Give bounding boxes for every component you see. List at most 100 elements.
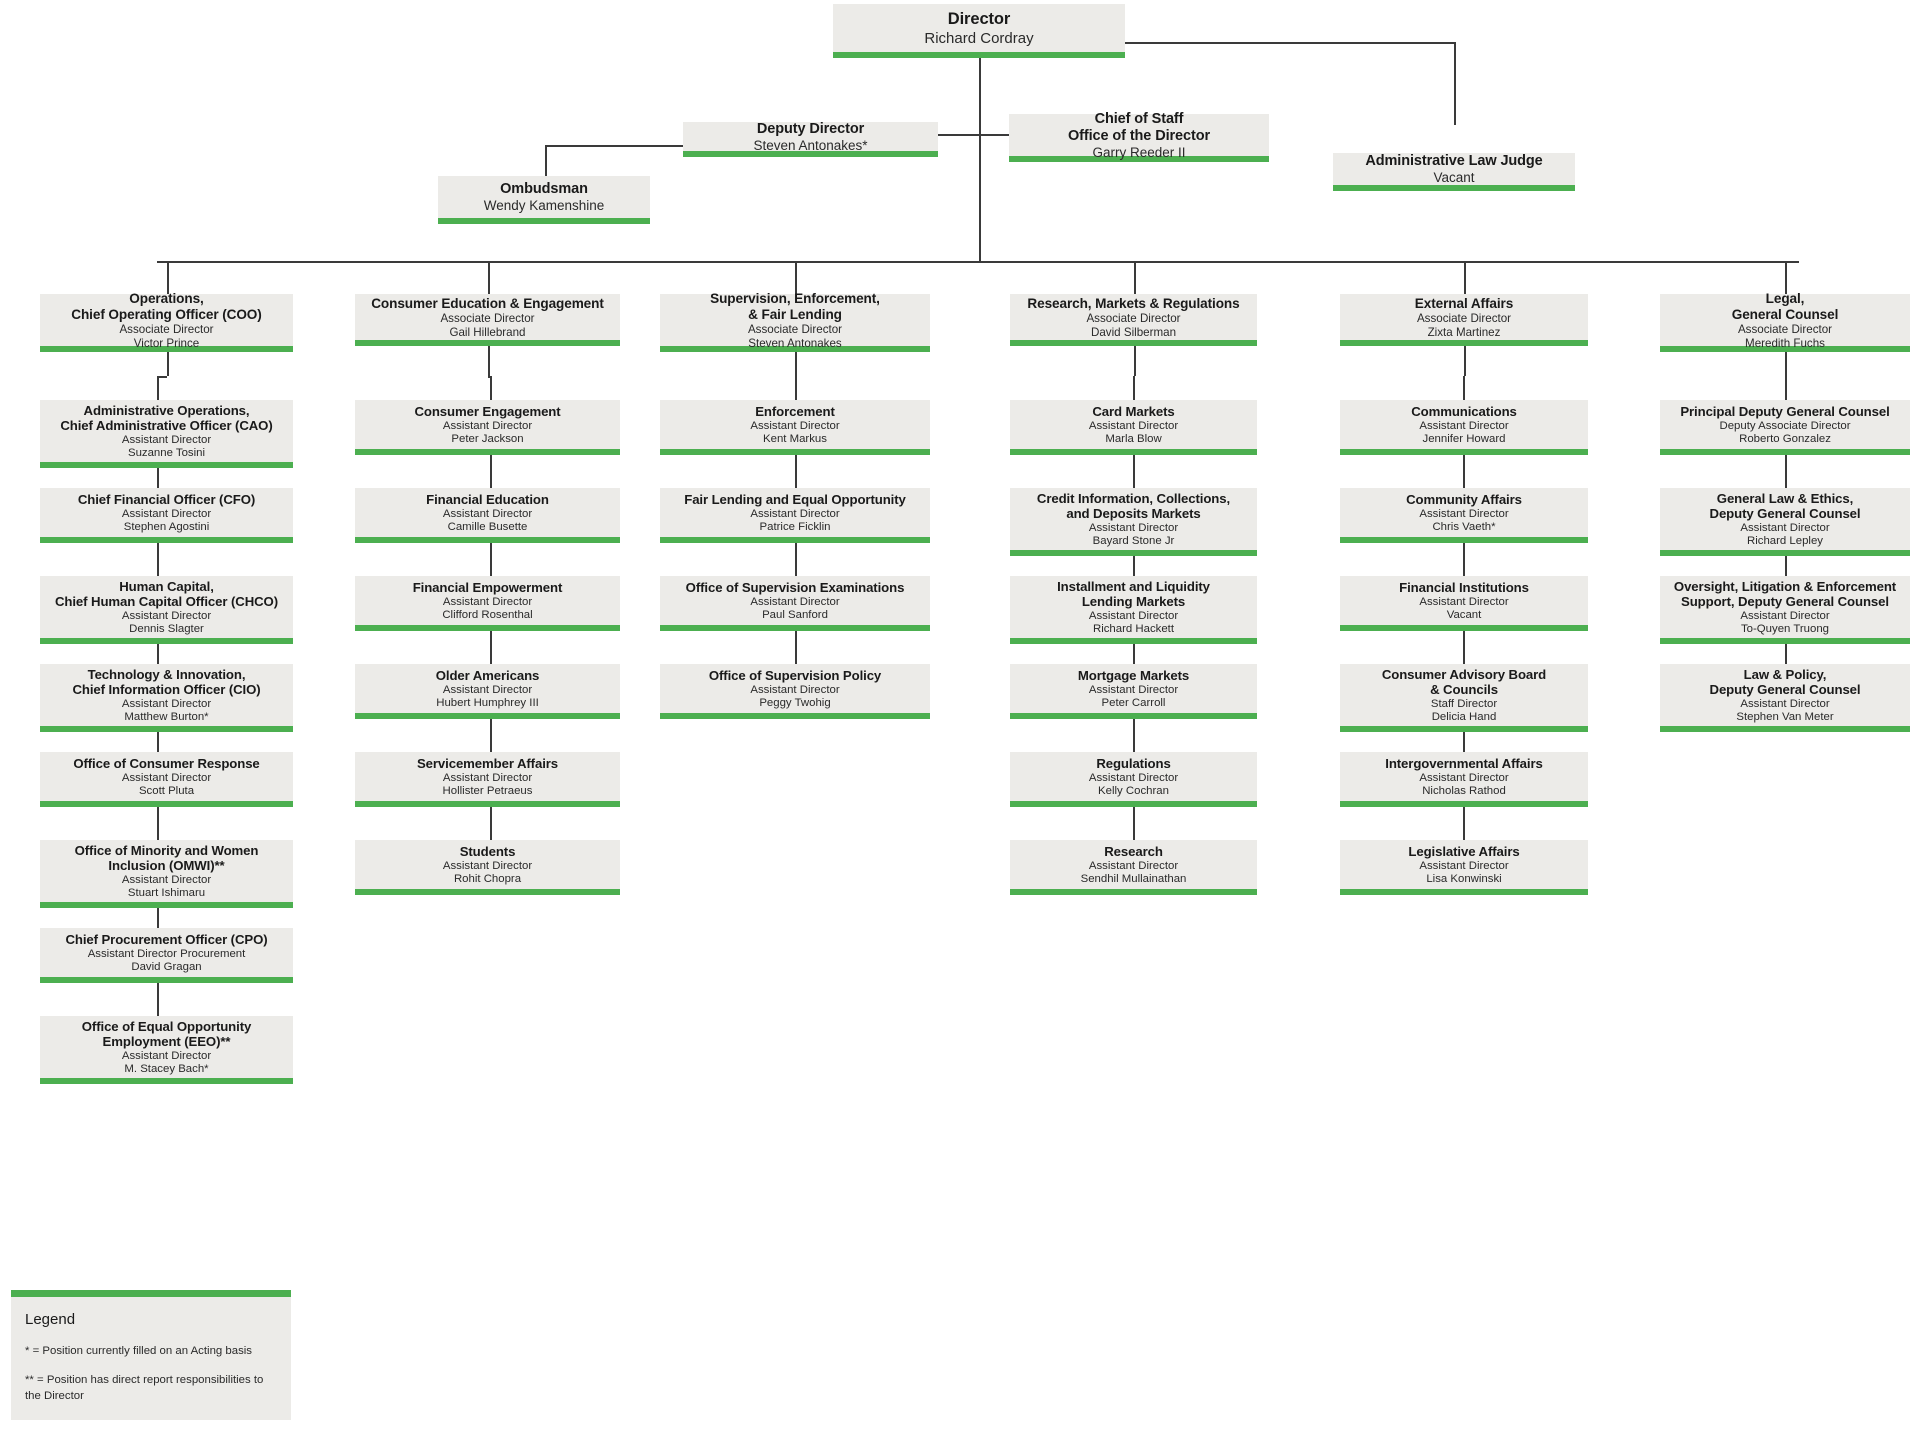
unit-box-operations-1[interactable]: Chief Financial Officer (CFO) Assistant D…: [40, 488, 293, 543]
unit-box-legal-general-counsel-0[interactable]: Principal Deputy General Counsel Deputy A…: [1660, 400, 1910, 455]
unit-role-supervision-enforcement-fair-lending-1: Assistant Director: [750, 507, 840, 520]
unit-box-operations-3[interactable]: Technology & Innovation, Chief Informatio…: [40, 664, 293, 732]
unit-person-consumer-education-engagement-1: Camille Busette: [447, 521, 528, 534]
division-head-title-line1-consumer-education-engagement: Consumer Education & Engagement: [371, 296, 604, 312]
division-head-role-legal-general-counsel: Associate Director: [1737, 322, 1833, 336]
division-head-title-line1-external-affairs: External Affairs: [1414, 296, 1514, 312]
unit-box-consumer-education-engagement-4[interactable]: Servicemember Affairs Assistant Director H…: [355, 752, 620, 807]
unit-person-operations-4: Scott Pluta: [138, 785, 195, 798]
unit-box-supervision-enforcement-fair-lending-2[interactable]: Office of Supervision Examinations Assist…: [660, 576, 930, 631]
connector-division-spine: [157, 261, 1799, 263]
unit-role-consumer-education-engagement-1: Assistant Director: [442, 507, 533, 520]
unit-title-line1-operations-6: Chief Procurement Officer (CPO): [65, 932, 268, 948]
unit-role-external-affairs-1: Assistant Director: [1419, 507, 1509, 520]
unit-box-operations-4[interactable]: Office of Consumer Response Assistant Dir…: [40, 752, 293, 807]
unit-box-operations-2[interactable]: Human Capital, Chief Human Capital Office…: [40, 576, 293, 644]
unit-box-supervision-enforcement-fair-lending-1[interactable]: Fair Lending and Equal Opportunity Assist…: [660, 488, 930, 543]
unit-person-research-markets-regulations-2: Richard Hackett: [1092, 623, 1175, 636]
node-ombudsman-title: Ombudsman: [500, 181, 588, 198]
node-deputy-director[interactable]: Deputy Director Steven Antonakes*: [683, 120, 938, 157]
unit-person-supervision-enforcement-fair-lending-0: Kent Markus: [763, 433, 827, 446]
unit-box-research-markets-regulations-4[interactable]: Regulations Assistant Director Kelly Cochr…: [1010, 752, 1257, 807]
connector-alj-drop: [1454, 42, 1456, 125]
unit-person-external-affairs-1: Chris Vaeth*: [1432, 521, 1496, 534]
unit-box-external-affairs-4[interactable]: Intergovernmental Affairs Assistant Direc…: [1340, 752, 1588, 807]
unit-box-external-affairs-1[interactable]: Community Affairs Assistant Director Chris…: [1340, 488, 1588, 543]
unit-box-consumer-education-engagement-3[interactable]: Older Americans Assistant Director Hubert …: [355, 664, 620, 719]
division-head-person-consumer-education-engagement: Gail Hillebrand: [449, 325, 526, 339]
unit-role-operations-7: Assistant Director: [121, 1049, 212, 1062]
division-head-person-research-markets-regulations: David Silberman: [1090, 325, 1177, 339]
unit-person-operations-2: Dennis Slagter: [129, 623, 204, 636]
connector-division-stem-consumer-education-engagement: [487, 346, 490, 376]
unit-title-line1-legal-general-counsel-2: Oversight, Litigation & Enforcement: [1673, 578, 1897, 594]
legend-note-direct-report: ** = Position has direct report responsi…: [25, 1374, 264, 1402]
unit-role-legal-general-counsel-1: Assistant Director: [1740, 521, 1830, 534]
unit-box-legal-general-counsel-2[interactable]: Oversight, Litigation & Enforcement Suppo…: [1660, 576, 1910, 644]
connector-division-drop-legal-general-counsel: [1785, 261, 1787, 294]
division-head-role-consumer-education-engagement: Associate Director: [440, 312, 535, 326]
unit-box-research-markets-regulations-1[interactable]: Credit Information, Collections, and Depo…: [1010, 488, 1257, 556]
division-head-title-line2-legal-general-counsel: General Counsel: [1731, 307, 1839, 323]
unit-box-consumer-education-engagement-0[interactable]: Consumer Engagement Assistant Director Pet…: [355, 400, 620, 455]
unit-box-operations-7[interactable]: Office of Equal Opportunity Employment (E…: [40, 1016, 293, 1084]
unit-box-supervision-enforcement-fair-lending-0[interactable]: Enforcement Assistant Director Kent Markus: [660, 400, 930, 455]
org-chart-canvas: Director Richard Cordray Deputy Director…: [0, 0, 1920, 1445]
node-administrative-law-judge[interactable]: Administrative Law Judge Vacant: [1333, 153, 1575, 191]
unit-title-line2-external-affairs-3: & Councils: [1430, 682, 1498, 698]
unit-box-operations-6[interactable]: Chief Procurement Officer (CPO) Assistant…: [40, 928, 293, 983]
division-head-title-line1-operations: Operations,: [129, 291, 204, 307]
unit-title-line1-external-affairs-3: Consumer Advisory Board: [1381, 666, 1547, 682]
unit-box-operations-0[interactable]: Administrative Operations, Chief Administ…: [40, 400, 293, 468]
unit-person-supervision-enforcement-fair-lending-3: Peggy Twohig: [759, 697, 831, 710]
unit-role-consumer-education-engagement-5: Assistant Director: [442, 859, 533, 872]
division-head-supervision-enforcement-fair-lending[interactable]: Supervision, Enforcement, & Fair Lending A…: [660, 291, 930, 352]
unit-box-research-markets-regulations-2[interactable]: Installment and Liquidity Lending Markets…: [1010, 576, 1257, 644]
unit-title-line2-legal-general-counsel-1: Deputy General Counsel: [1709, 506, 1861, 522]
division-head-consumer-education-engagement[interactable]: Consumer Education & Engagement Associate…: [355, 294, 620, 346]
unit-box-research-markets-regulations-0[interactable]: Card Markets Assistant Director Marla Blow: [1010, 400, 1257, 455]
unit-title-line2-legal-general-counsel-2: Support, Deputy General Counsel: [1681, 594, 1889, 610]
division-head-person-operations: Victor Prince: [133, 336, 200, 350]
unit-box-research-markets-regulations-3[interactable]: Mortgage Markets Assistant Director Peter …: [1010, 664, 1257, 719]
legend-panel: Legend * = Position currently filled on …: [11, 1290, 291, 1421]
node-administrative-law-judge-person: Vacant: [1433, 170, 1475, 186]
unit-person-supervision-enforcement-fair-lending-1: Patrice Ficklin: [759, 521, 831, 534]
unit-title-line1-operations-4: Office of Consumer Response: [73, 756, 260, 772]
unit-person-consumer-education-engagement-3: Hubert Humphrey III: [436, 697, 539, 710]
unit-box-consumer-education-engagement-5[interactable]: Students Assistant Director Rohit Chopra: [355, 840, 620, 895]
unit-person-consumer-education-engagement-2: Clifford Rosenthal: [442, 609, 533, 622]
unit-box-operations-5[interactable]: Office of Minority and Women Inclusion (O…: [40, 840, 293, 908]
connector-division-stem-supervision-enforcement-fair-lending: [795, 352, 797, 376]
unit-box-consumer-education-engagement-1[interactable]: Financial Education Assistant Director Cam…: [355, 488, 620, 543]
node-director-title: Director: [947, 10, 1011, 29]
node-ombudsman[interactable]: Ombudsman Wendy Kamenshine: [438, 176, 650, 224]
connector-division-stem-operations: [166, 352, 169, 376]
unit-box-legal-general-counsel-1[interactable]: General Law & Ethics, Deputy General Coun…: [1660, 488, 1910, 556]
node-administrative-law-judge-title: Administrative Law Judge: [1365, 153, 1543, 170]
unit-role-operations-3: Assistant Director: [121, 697, 212, 710]
unit-box-external-affairs-0[interactable]: Communications Assistant Director Jennifer…: [1340, 400, 1588, 455]
unit-box-supervision-enforcement-fair-lending-3[interactable]: Office of Supervision Policy Assistant Di…: [660, 664, 930, 719]
division-head-role-operations: Associate Director: [119, 322, 214, 336]
unit-box-external-affairs-3[interactable]: Consumer Advisory Board & Councils Staff D…: [1340, 664, 1588, 732]
node-director[interactable]: Director Richard Cordray: [833, 4, 1125, 58]
unit-title-line1-operations-0: Administrative Operations,: [83, 402, 250, 418]
division-head-external-affairs[interactable]: External Affairs Associate Director Zixta …: [1340, 294, 1588, 346]
division-head-research-markets-regulations[interactable]: Research, Markets & Regulations Associate…: [1010, 294, 1257, 346]
unit-box-legal-general-counsel-3[interactable]: Law & Policy, Deputy General Counsel Assis…: [1660, 664, 1910, 732]
division-head-operations[interactable]: Operations, Chief Operating Officer (COO)…: [40, 291, 293, 352]
unit-box-external-affairs-2[interactable]: Financial Institutions Assistant Director…: [1340, 576, 1588, 631]
node-chief-of-staff[interactable]: Chief of Staff Office of the Director Ga…: [1009, 111, 1269, 162]
node-deputy-director-title: Deputy Director: [756, 120, 865, 137]
unit-role-legal-general-counsel-0: Deputy Associate Director: [1719, 419, 1851, 432]
unit-box-consumer-education-engagement-2[interactable]: Financial Empowerment Assistant Director C…: [355, 576, 620, 631]
division-head-person-supervision-enforcement-fair-lending: Steven Antonakes: [748, 336, 842, 350]
division-head-legal-general-counsel[interactable]: Legal, General Counsel Associate Director M…: [1660, 291, 1910, 352]
unit-box-external-affairs-5[interactable]: Legislative Affairs Assistant Director Lis…: [1340, 840, 1588, 895]
connector-division-stem-legal-general-counsel: [1785, 352, 1787, 376]
unit-title-line1-supervision-enforcement-fair-lending-3: Office of Supervision Policy: [708, 668, 882, 684]
unit-box-research-markets-regulations-5[interactable]: Research Assistant Director Sendhil Mullai…: [1010, 840, 1257, 895]
unit-title-line2-research-markets-regulations-1: and Deposits Markets: [1066, 506, 1201, 522]
unit-title-line2-legal-general-counsel-3: Deputy General Counsel: [1709, 682, 1861, 698]
